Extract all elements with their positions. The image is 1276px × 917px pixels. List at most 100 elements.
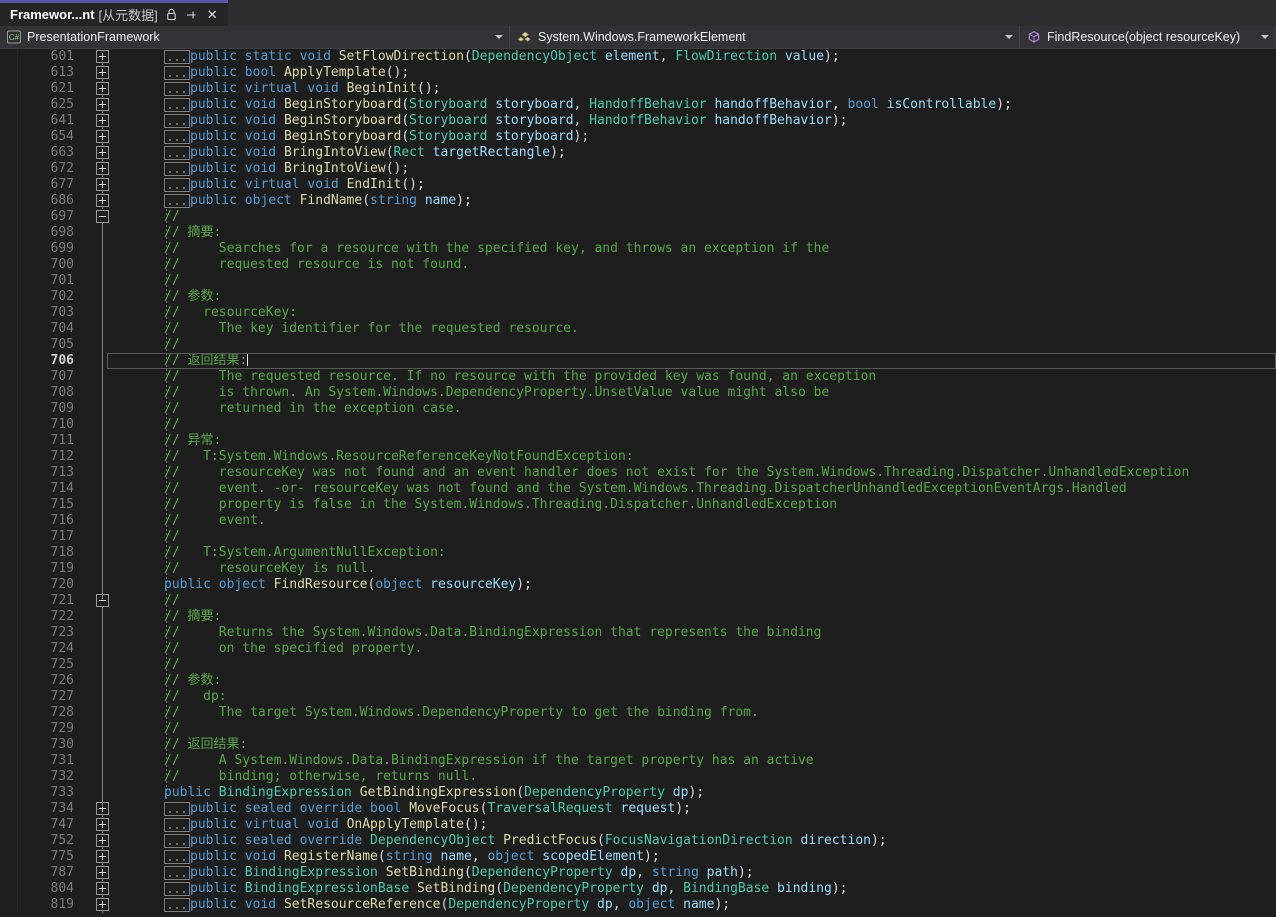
code-text[interactable]: public BindingExpressionBase SetBinding(… (190, 881, 848, 897)
code-text[interactable]: // 返回结果: (164, 353, 248, 369)
collapsed-region-ellipsis[interactable] (164, 818, 190, 832)
collapsed-region-ellipsis[interactable] (164, 898, 190, 912)
code-text[interactable]: // resourceKey is null. (164, 561, 375, 577)
code-text[interactable]: public void BeginStoryboard(Storyboard s… (190, 129, 589, 145)
outline-expand-icon[interactable] (96, 146, 109, 159)
code-line[interactable]: 715// property is false in the System.Wi… (0, 497, 1276, 513)
code-line[interactable]: 663public void BringIntoView(Rect target… (0, 145, 1276, 161)
editor-tab-framework-element[interactable]: Framewor...nt [从元数据] ✕ (0, 0, 228, 26)
chevron-down-icon[interactable] (1005, 35, 1013, 39)
code-text[interactable]: public void BeginStoryboard(Storyboard s… (190, 113, 848, 129)
code-text[interactable]: // T:System.Windows.ResourceReferenceKey… (164, 449, 634, 465)
code-line[interactable]: 719// resourceKey is null. (0, 561, 1276, 577)
code-line[interactable]: 704// The key identifier for the request… (0, 321, 1276, 337)
code-line[interactable]: 709// returned in the exception case. (0, 401, 1276, 417)
code-text[interactable]: // requested resource is not found. (164, 257, 469, 273)
code-line[interactable]: 747public virtual void OnApplyTemplate()… (0, 817, 1276, 833)
outline-expand-icon[interactable] (96, 834, 109, 847)
code-text[interactable]: public sealed override DependencyObject … (190, 833, 887, 849)
collapsed-region-ellipsis[interactable] (164, 194, 190, 208)
code-line[interactable]: 613public bool ApplyTemplate(); (0, 65, 1276, 81)
code-text[interactable]: public sealed override bool MoveFocus(Tr… (190, 801, 691, 817)
code-text[interactable]: // Returns the System.Windows.Data.Bindi… (164, 625, 821, 641)
code-line[interactable]: 722// 摘要: (0, 609, 1276, 625)
code-text[interactable]: public virtual void BeginInit(); (190, 81, 441, 97)
collapsed-region-ellipsis[interactable] (164, 130, 190, 144)
navbar-member-dropdown[interactable]: FindResource(object resourceKey) (1020, 26, 1276, 48)
code-line[interactable]: 819public void SetResourceReference(Depe… (0, 897, 1276, 913)
code-line[interactable]: 787public BindingExpression SetBinding(D… (0, 865, 1276, 881)
collapsed-region-ellipsis[interactable] (164, 146, 190, 160)
code-text[interactable]: // (164, 657, 180, 673)
code-line[interactable]: 699// Searches for a resource with the s… (0, 241, 1276, 257)
code-line[interactable]: 727// dp: (0, 689, 1276, 705)
code-line[interactable]: 686public object FindName(string name); (0, 193, 1276, 209)
code-text[interactable]: // on the specified property. (164, 641, 422, 657)
pin-icon[interactable] (185, 7, 198, 22)
code-line[interactable]: 700// requested resource is not found. (0, 257, 1276, 273)
code-line[interactable]: 716// event. (0, 513, 1276, 529)
outline-expand-icon[interactable] (96, 818, 109, 831)
code-text[interactable]: // 异常: (164, 433, 221, 449)
code-text[interactable]: // dp: (164, 689, 227, 705)
code-line[interactable]: 733public BindingExpression GetBindingEx… (0, 785, 1276, 801)
code-line[interactable]: 710// (0, 417, 1276, 433)
code-editor[interactable]: 601public static void SetFlowDirection(D… (0, 49, 1276, 917)
code-text[interactable]: // 参数: (164, 289, 221, 305)
code-text[interactable]: // The requested resource. If no resourc… (164, 369, 876, 385)
code-text[interactable]: public static void SetFlowDirection(Depe… (190, 49, 840, 65)
code-line[interactable]: 804public BindingExpressionBase SetBindi… (0, 881, 1276, 897)
code-text[interactable]: // (164, 209, 180, 225)
outline-expand-icon[interactable] (96, 850, 109, 863)
code-text[interactable]: // resourceKey was not found and an even… (164, 465, 1189, 481)
code-text[interactable]: // is thrown. An System.Windows.Dependen… (164, 385, 829, 401)
outline-expand-icon[interactable] (96, 162, 109, 175)
code-text[interactable]: // A System.Windows.Data.BindingExpressi… (164, 753, 814, 769)
collapsed-region-ellipsis[interactable] (164, 82, 190, 96)
code-line[interactable]: 728// The target System.Windows.Dependen… (0, 705, 1276, 721)
code-line[interactable]: 712// T:System.Windows.ResourceReference… (0, 449, 1276, 465)
outline-expand-icon[interactable] (96, 178, 109, 191)
code-text[interactable]: // 返回结果: (164, 737, 247, 753)
code-line[interactable]: 711// 异常: (0, 433, 1276, 449)
outline-collapse-icon[interactable] (96, 210, 109, 223)
code-line[interactable]: 723// Returns the System.Windows.Data.Bi… (0, 625, 1276, 641)
code-line[interactable]: 672public void BringIntoView(); (0, 161, 1276, 177)
code-text[interactable]: // The target System.Windows.DependencyP… (164, 705, 759, 721)
outline-expand-icon[interactable] (96, 98, 109, 111)
code-text[interactable]: public void RegisterName(string name, ob… (190, 849, 660, 865)
collapsed-region-ellipsis[interactable] (164, 802, 190, 816)
collapsed-region-ellipsis[interactable] (164, 882, 190, 896)
code-line[interactable]: 752public sealed override DependencyObje… (0, 833, 1276, 849)
outline-expand-icon[interactable] (96, 82, 109, 95)
code-line[interactable]: 726// 参数: (0, 673, 1276, 689)
code-line[interactable]: 717// (0, 529, 1276, 545)
code-line[interactable]: 729// (0, 721, 1276, 737)
code-text[interactable]: public object FindResource(object resour… (164, 577, 532, 593)
code-text[interactable]: public BindingExpression SetBinding(Depe… (190, 865, 754, 881)
code-text[interactable]: // returned in the exception case. (164, 401, 461, 417)
code-text[interactable]: // 参数: (164, 673, 221, 689)
code-text[interactable]: // (164, 337, 180, 353)
outline-expand-icon[interactable] (96, 866, 109, 879)
code-line[interactable]: 732// binding; otherwise, returns null. (0, 769, 1276, 785)
code-text[interactable]: public void BringIntoView(); (190, 161, 409, 177)
code-line[interactable]: 725// (0, 657, 1276, 673)
code-text[interactable]: // 摘要: (164, 225, 221, 241)
navbar-type-dropdown[interactable]: System.Windows.FrameworkElement (510, 26, 1020, 48)
code-line[interactable]: 713// resourceKey was not found and an e… (0, 465, 1276, 481)
chevron-down-icon[interactable] (1261, 35, 1269, 39)
code-line[interactable]: 705// (0, 337, 1276, 353)
code-line[interactable]: 706// 返回结果: (0, 353, 1276, 369)
code-line[interactable]: 708// is thrown. An System.Windows.Depen… (0, 385, 1276, 401)
code-line[interactable]: 625public void BeginStoryboard(Storyboar… (0, 97, 1276, 113)
outline-expand-icon[interactable] (96, 194, 109, 207)
code-line[interactable]: 601public static void SetFlowDirection(D… (0, 49, 1276, 65)
close-icon[interactable]: ✕ (205, 8, 220, 21)
code-text[interactable]: public object FindName(string name); (190, 193, 472, 209)
collapsed-region-ellipsis[interactable] (164, 866, 190, 880)
code-line[interactable]: 621public virtual void BeginInit(); (0, 81, 1276, 97)
code-line[interactable]: 702// 参数: (0, 289, 1276, 305)
code-text[interactable]: // T:System.ArgumentNullException: (164, 545, 446, 561)
collapsed-region-ellipsis[interactable] (164, 178, 190, 192)
